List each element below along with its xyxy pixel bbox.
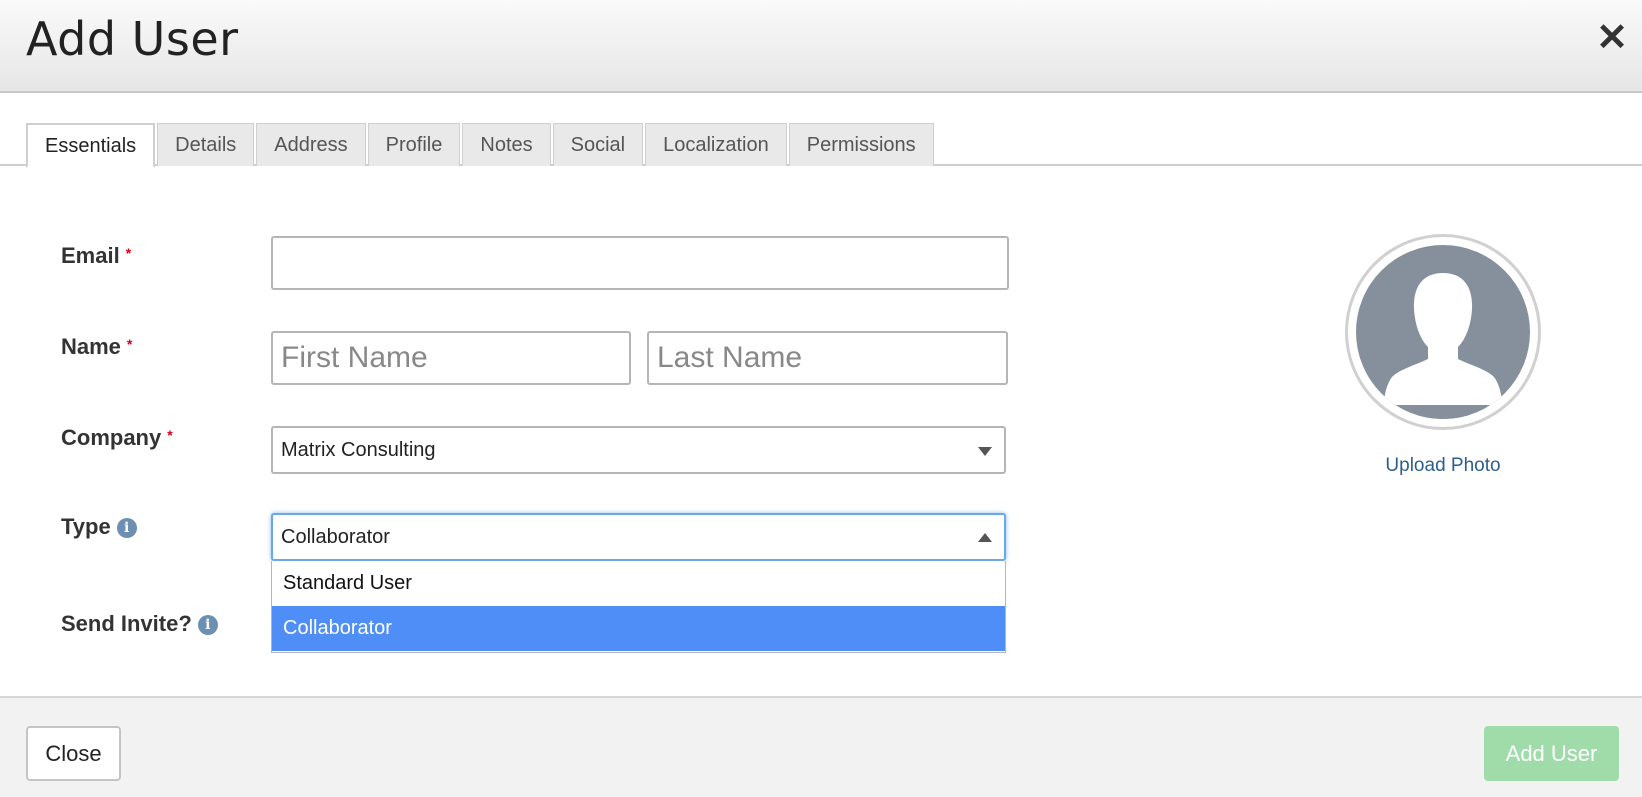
- add-user-button[interactable]: Add User: [1484, 726, 1619, 781]
- email-label-text: Email: [61, 243, 120, 268]
- tab-permissions[interactable]: Permissions: [788, 123, 934, 166]
- last-name-field[interactable]: [647, 331, 1008, 385]
- upload-photo-link[interactable]: Upload Photo: [1345, 455, 1541, 477]
- required-mark: *: [167, 427, 173, 443]
- modal-header: Add User ✕: [0, 0, 1642, 93]
- tab-notes[interactable]: Notes: [462, 123, 551, 166]
- add-user-modal: Add User ✕ Essentials Details Address Pr…: [0, 0, 1642, 797]
- modal-footer: Close Add User: [0, 696, 1642, 797]
- type-label: Type i: [61, 514, 137, 540]
- company-label: Company *: [61, 425, 173, 451]
- tab-social[interactable]: Social: [552, 123, 644, 166]
- type-option-standard-user[interactable]: Standard User: [272, 561, 1005, 606]
- type-select[interactable]: Collaborator: [271, 513, 1006, 561]
- info-icon[interactable]: i: [197, 615, 218, 635]
- company-select-value: Matrix Consulting: [281, 439, 436, 461]
- email-label: Email *: [61, 243, 131, 269]
- type-label-text: Type: [61, 514, 111, 539]
- type-dropdown-menu: Standard User Collaborator: [271, 561, 1006, 653]
- first-name-field[interactable]: [271, 331, 631, 385]
- type-select-value: Collaborator: [281, 526, 390, 548]
- modal-title: Add User: [26, 12, 239, 66]
- send-invite-label-text: Send Invite?: [61, 611, 192, 636]
- tab-profile[interactable]: Profile: [367, 123, 461, 166]
- tab-essentials[interactable]: Essentials: [26, 123, 156, 168]
- close-button[interactable]: Close: [26, 726, 121, 781]
- avatar[interactable]: [1345, 234, 1541, 430]
- company-select[interactable]: Matrix Consulting: [271, 426, 1006, 474]
- send-invite-label: Send Invite? i: [61, 611, 218, 637]
- name-label-text: Name: [61, 334, 121, 359]
- required-mark: *: [126, 336, 133, 352]
- required-mark: *: [125, 245, 132, 261]
- company-label-text: Company: [61, 425, 162, 450]
- chevron-down-icon: [978, 447, 992, 456]
- close-icon[interactable]: ✕: [1596, 18, 1628, 58]
- name-label: Name *: [61, 334, 132, 360]
- info-icon[interactable]: i: [116, 518, 137, 538]
- type-option-collaborator[interactable]: Collaborator: [272, 606, 1005, 651]
- tab-bar: Essentials Details Address Profile Notes…: [26, 123, 936, 168]
- email-field[interactable]: [271, 236, 1009, 290]
- user-silhouette-icon: [1356, 245, 1530, 419]
- tab-localization[interactable]: Localization: [645, 123, 787, 166]
- tab-address[interactable]: Address: [256, 123, 366, 166]
- chevron-up-icon: [978, 533, 992, 542]
- tab-details[interactable]: Details: [157, 123, 255, 166]
